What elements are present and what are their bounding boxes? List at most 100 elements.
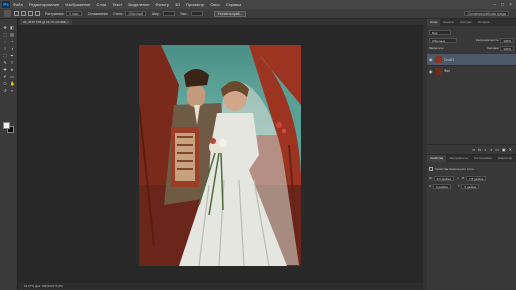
style-select[interactable]: Обычный <box>125 11 147 16</box>
path-select-icon[interactable]: ➤ <box>10 68 14 72</box>
new-layer-icon[interactable]: ▣ <box>502 147 506 152</box>
tab-properties[interactable]: Свойства <box>427 155 447 162</box>
pixel-layer-icon <box>429 167 433 171</box>
menu-image[interactable]: Изображение <box>65 2 90 7</box>
tab-histogram[interactable]: Гистограмма <box>471 155 495 162</box>
close-button[interactable]: × <box>509 2 512 8</box>
menu-window[interactable]: Окно <box>210 2 219 7</box>
options-bar: Растушевка: 0 пикс Сглаживание Стиль: Об… <box>0 9 516 19</box>
x-label: X: <box>429 184 432 188</box>
menu-filter[interactable]: Фильтр <box>156 2 169 7</box>
history-brush-icon[interactable]: ↺ <box>3 89 7 93</box>
refine-edge-button[interactable]: Уточнить край... <box>213 10 247 17</box>
zoom-tool-icon[interactable]: ⌕ <box>10 89 14 93</box>
kind-filter-select[interactable]: Вид <box>429 29 451 35</box>
folder-icon[interactable]: ▭ <box>495 147 499 152</box>
y-label: Y: <box>457 184 461 188</box>
width-field[interactable]: 9,6 дюйма <box>433 175 455 181</box>
visibility-eye-icon[interactable]: ◉ <box>429 69 433 74</box>
current-tool-icon[interactable] <box>4 10 11 17</box>
wedding-photo <box>139 45 301 266</box>
layer-filter-row: Вид <box>427 29 516 35</box>
menu-help[interactable]: Справка <box>226 2 242 7</box>
menu-3d[interactable]: 3D <box>175 2 180 7</box>
tab-paths[interactable]: Контуры <box>457 19 475 26</box>
link-icon[interactable]: ∞ <box>472 147 475 152</box>
layer-row[interactable]: ◉ Слой 1 <box>427 54 516 65</box>
feather-input[interactable]: 0 пикс <box>66 11 82 16</box>
layers-panel: Слои Каналы Контуры История Вид Обычные … <box>427 19 516 154</box>
blend-mode-select[interactable]: Обычные <box>429 37 457 43</box>
layer-row[interactable]: ◉ Фон <box>427 65 516 76</box>
shape-tool-icon[interactable]: ▭ <box>10 75 14 79</box>
opacity-input[interactable]: 100% <box>500 37 514 43</box>
clone-stamp-icon[interactable]: ⎔ <box>3 82 7 86</box>
link-size-icon[interactable]: ∞ <box>457 176 459 180</box>
pen-tool-icon[interactable]: ✒ <box>10 54 14 58</box>
lock-label: Закрепить: <box>429 46 445 50</box>
antialias-checkbox[interactable]: Сглаживание <box>88 12 108 16</box>
intersect-selection-icon[interactable] <box>35 11 40 16</box>
style-label: Стиль: <box>113 11 124 16</box>
blend-row: Обычные Непрозрачность: 100% <box>427 37 516 43</box>
fx-icon[interactable]: fx <box>478 147 481 152</box>
eraser-tool-icon[interactable]: ◧ <box>10 26 14 30</box>
fill-input[interactable]: 100% <box>500 45 514 51</box>
layer-name[interactable]: Фон <box>444 69 450 73</box>
layers-panel-tabs: Слои Каналы Контуры История <box>427 19 516 26</box>
app-logo: Ps <box>2 1 10 8</box>
menu-type[interactable]: Текст <box>112 2 122 7</box>
tab-history[interactable]: История <box>475 19 493 26</box>
marquee-tool-icon[interactable]: ⬚ <box>3 33 7 37</box>
tab-layers[interactable]: Слои <box>427 19 441 26</box>
trash-icon[interactable]: ✕ <box>509 147 512 152</box>
quick-select-tool-icon[interactable]: ⌇ <box>3 47 7 51</box>
menu-view[interactable]: Просмотр <box>186 2 204 7</box>
type-tool-icon[interactable]: T <box>10 61 14 65</box>
height-input[interactable] <box>190 11 203 16</box>
brush-tool-icon[interactable]: ✐ <box>3 75 7 79</box>
width-label: Шир.: <box>152 11 161 16</box>
photoshop-window: Ps Файл Редактирование Изображение Слои … <box>0 0 516 290</box>
blur-tool-icon[interactable]: ◔ <box>10 40 14 44</box>
properties-panel: Свойства Инструменты Гистограмма Навигат… <box>427 155 516 290</box>
menu-edit[interactable]: Редактирование <box>29 2 59 7</box>
healing-brush-icon[interactable]: ✚ <box>3 68 7 72</box>
menu-layers[interactable]: Слои <box>97 2 107 7</box>
gradient-tool-icon[interactable]: ▤ <box>10 33 14 37</box>
x-field[interactable]: 0 дюйма <box>432 183 451 189</box>
menu-bar: Ps Файл Редактирование Изображение Слои … <box>0 0 516 9</box>
height-field[interactable]: 7,8 дюйма <box>466 175 487 181</box>
adjustment-icon[interactable]: ◑ <box>490 147 492 152</box>
add-selection-icon[interactable] <box>21 11 26 16</box>
maximize-button[interactable]: □ <box>501 2 504 8</box>
workspace-select[interactable]: Основная рабочая среда <box>464 11 509 16</box>
tab-navigator[interactable]: Навигатор <box>495 155 515 162</box>
visibility-eye-icon[interactable]: ◉ <box>429 57 433 62</box>
properties-title-row: Свойства пиксельного слоя <box>427 166 516 172</box>
window-controls: – □ × <box>493 2 512 8</box>
y-field[interactable]: 0 дюйма <box>461 183 480 189</box>
tab-tools[interactable]: Инструменты <box>446 155 471 162</box>
opacity-label: Непрозрачность: <box>475 38 500 42</box>
mask-icon[interactable]: ◐ <box>484 147 486 152</box>
width-input[interactable] <box>162 11 175 16</box>
properties-panel-tabs: Свойства Инструменты Гистограмма Навигат… <box>427 155 516 162</box>
lasso-tool-icon[interactable]: ◌ <box>3 40 7 44</box>
foreground-color-swatch[interactable] <box>3 122 10 129</box>
hand-tool-icon[interactable]: ✋ <box>10 82 15 86</box>
dodge-tool-icon[interactable]: ◑ <box>10 47 14 51</box>
new-selection-icon[interactable] <box>14 11 19 16</box>
minimize-button[interactable]: – <box>493 2 496 8</box>
position-row: X: 0 дюйма Y: 0 дюйма <box>427 183 516 189</box>
tab-channels[interactable]: Каналы <box>440 19 457 26</box>
menu-select[interactable]: Выделение <box>128 2 149 7</box>
eyedropper-tool-icon[interactable]: ✎ <box>3 61 7 65</box>
layers-footer: ∞ fx ◐ ◑ ▭ ▣ ✕ <box>427 144 516 153</box>
menu-file[interactable]: Файл <box>13 2 23 7</box>
move-tool-icon[interactable]: ✥ <box>3 26 7 30</box>
subtract-selection-icon[interactable] <box>28 11 33 16</box>
crop-tool-icon[interactable]: ⛶ <box>3 54 7 58</box>
layer-name[interactable]: Слой 1 <box>444 58 454 62</box>
tools-panel: ✥ ⬚ ◌ ⌇ ⛶ ✎ ✚ ✐ ⎔ ↺ ◧ ▤ ◔ ◑ ✒ T ➤ ▭ ✋ ⌕ <box>0 19 18 290</box>
